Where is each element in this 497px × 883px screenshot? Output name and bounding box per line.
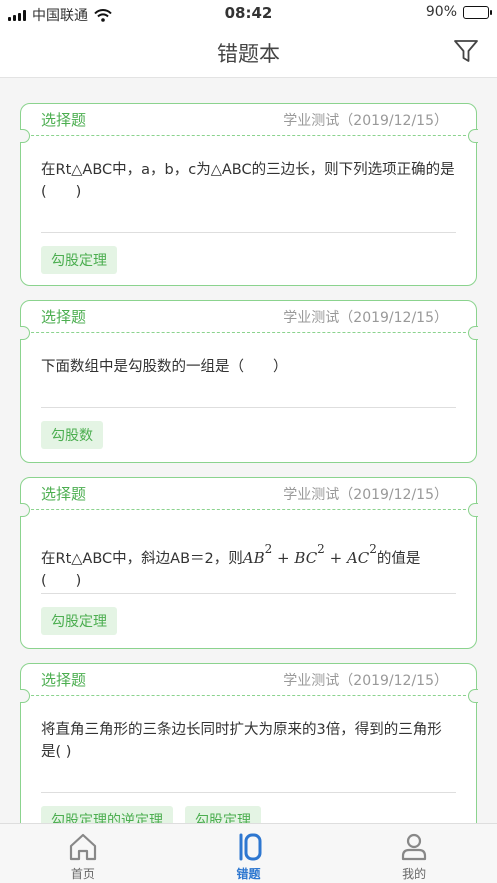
math-formula: AB2 + BC2 + AC2 (242, 542, 377, 567)
tab-wrong-questions-label: 错题 (236, 867, 261, 881)
battery-icon (463, 5, 492, 19)
question-text-before: 在Rt△ABC中，斜边AB＝2，则 (41, 551, 243, 567)
question-card[interactable]: 选择题 学业测试（2019/12/15） 在Rt△ABC中，a，b，c为△ABC… (19, 103, 478, 286)
question-text: 在Rt△ABC中，a，b，c为△ABC的三边长，则下列选项正确的是( ) (41, 162, 455, 200)
card-header: 选择题 学业测试（2019/12/15） (21, 301, 476, 333)
question-card[interactable]: 选择题 学业测试（2019/12/15） 将直角三角形的三条边长同时扩大为原来的… (19, 663, 478, 823)
status-bar: 中国联通 08:42 90% (0, 0, 497, 26)
card-header: 选择题 学业测试（2019/12/15） (21, 664, 476, 696)
tab-profile-label: 我的 (402, 867, 427, 881)
card-header: 选择题 学业测试（2019/12/15） (21, 478, 476, 510)
question-type: 选择题 (41, 671, 87, 689)
nav-bar: 错题本 (0, 26, 497, 78)
question-source: 学业测试（2019/12/15） (283, 487, 448, 503)
status-time: 08:42 (224, 4, 273, 22)
tab-home-label: 首页 (70, 867, 95, 881)
wrong-questions-icon (239, 833, 261, 861)
knowledge-tag[interactable]: 勾股定理 (41, 246, 117, 274)
page-title: 错题本 (217, 42, 280, 66)
question-text: 在Rt△ABC中，斜边AB＝2，则AB2 + BC2 + AC2的值是( ) (41, 510, 456, 593)
status-right: 90% (425, 4, 492, 20)
battery-percent: 90% (425, 4, 457, 20)
question-type: 选择题 (41, 111, 87, 129)
tab-profile[interactable]: 我的 (331, 824, 497, 883)
question-source: 学业测试（2019/12/15） (283, 113, 448, 129)
question-card[interactable]: 选择题 学业测试（2019/12/15） 在Rt△ABC中，斜边AB＝2，则AB… (19, 477, 478, 649)
question-card[interactable]: 选择题 学业测试（2019/12/15） 下面数组中是勾股数的一组是（ ） 勾股… (19, 300, 478, 463)
tab-bar: 首页 错题 我的 (0, 823, 497, 883)
question-source: 学业测试（2019/12/15） (283, 673, 448, 689)
tag-list: 勾股数 (41, 408, 456, 449)
tag-list: 勾股定理 (41, 594, 456, 635)
tag-list: 勾股定理的逆定理 勾股定理 (41, 793, 456, 823)
knowledge-tag[interactable]: 勾股定理 (41, 607, 117, 635)
tab-wrong-questions[interactable]: 错题 (166, 824, 332, 883)
knowledge-tag[interactable]: 勾股定理的逆定理 (41, 806, 173, 823)
card-header: 选择题 学业测试（2019/12/15） (21, 104, 476, 136)
question-type: 选择题 (41, 308, 87, 326)
knowledge-tag[interactable]: 勾股数 (41, 421, 103, 449)
knowledge-tag[interactable]: 勾股定理 (185, 806, 261, 823)
wrong-question-list[interactable]: 选择题 学业测试（2019/12/15） 在Rt△ABC中，a，b，c为△ABC… (0, 78, 497, 823)
filter-funnel-icon[interactable] (453, 38, 479, 64)
tab-home[interactable]: 首页 (0, 824, 166, 883)
home-icon (69, 833, 96, 861)
question-type: 选择题 (41, 485, 87, 503)
tag-list: 勾股定理 (41, 233, 456, 274)
profile-icon (402, 833, 427, 861)
question-text: 下面数组中是勾股数的一组是（ ） (41, 359, 288, 375)
question-source: 学业测试（2019/12/15） (283, 310, 448, 326)
question-text: 将直角三角形的三条边长同时扩大为原来的3倍，得到的三角形是( ) (41, 722, 442, 760)
